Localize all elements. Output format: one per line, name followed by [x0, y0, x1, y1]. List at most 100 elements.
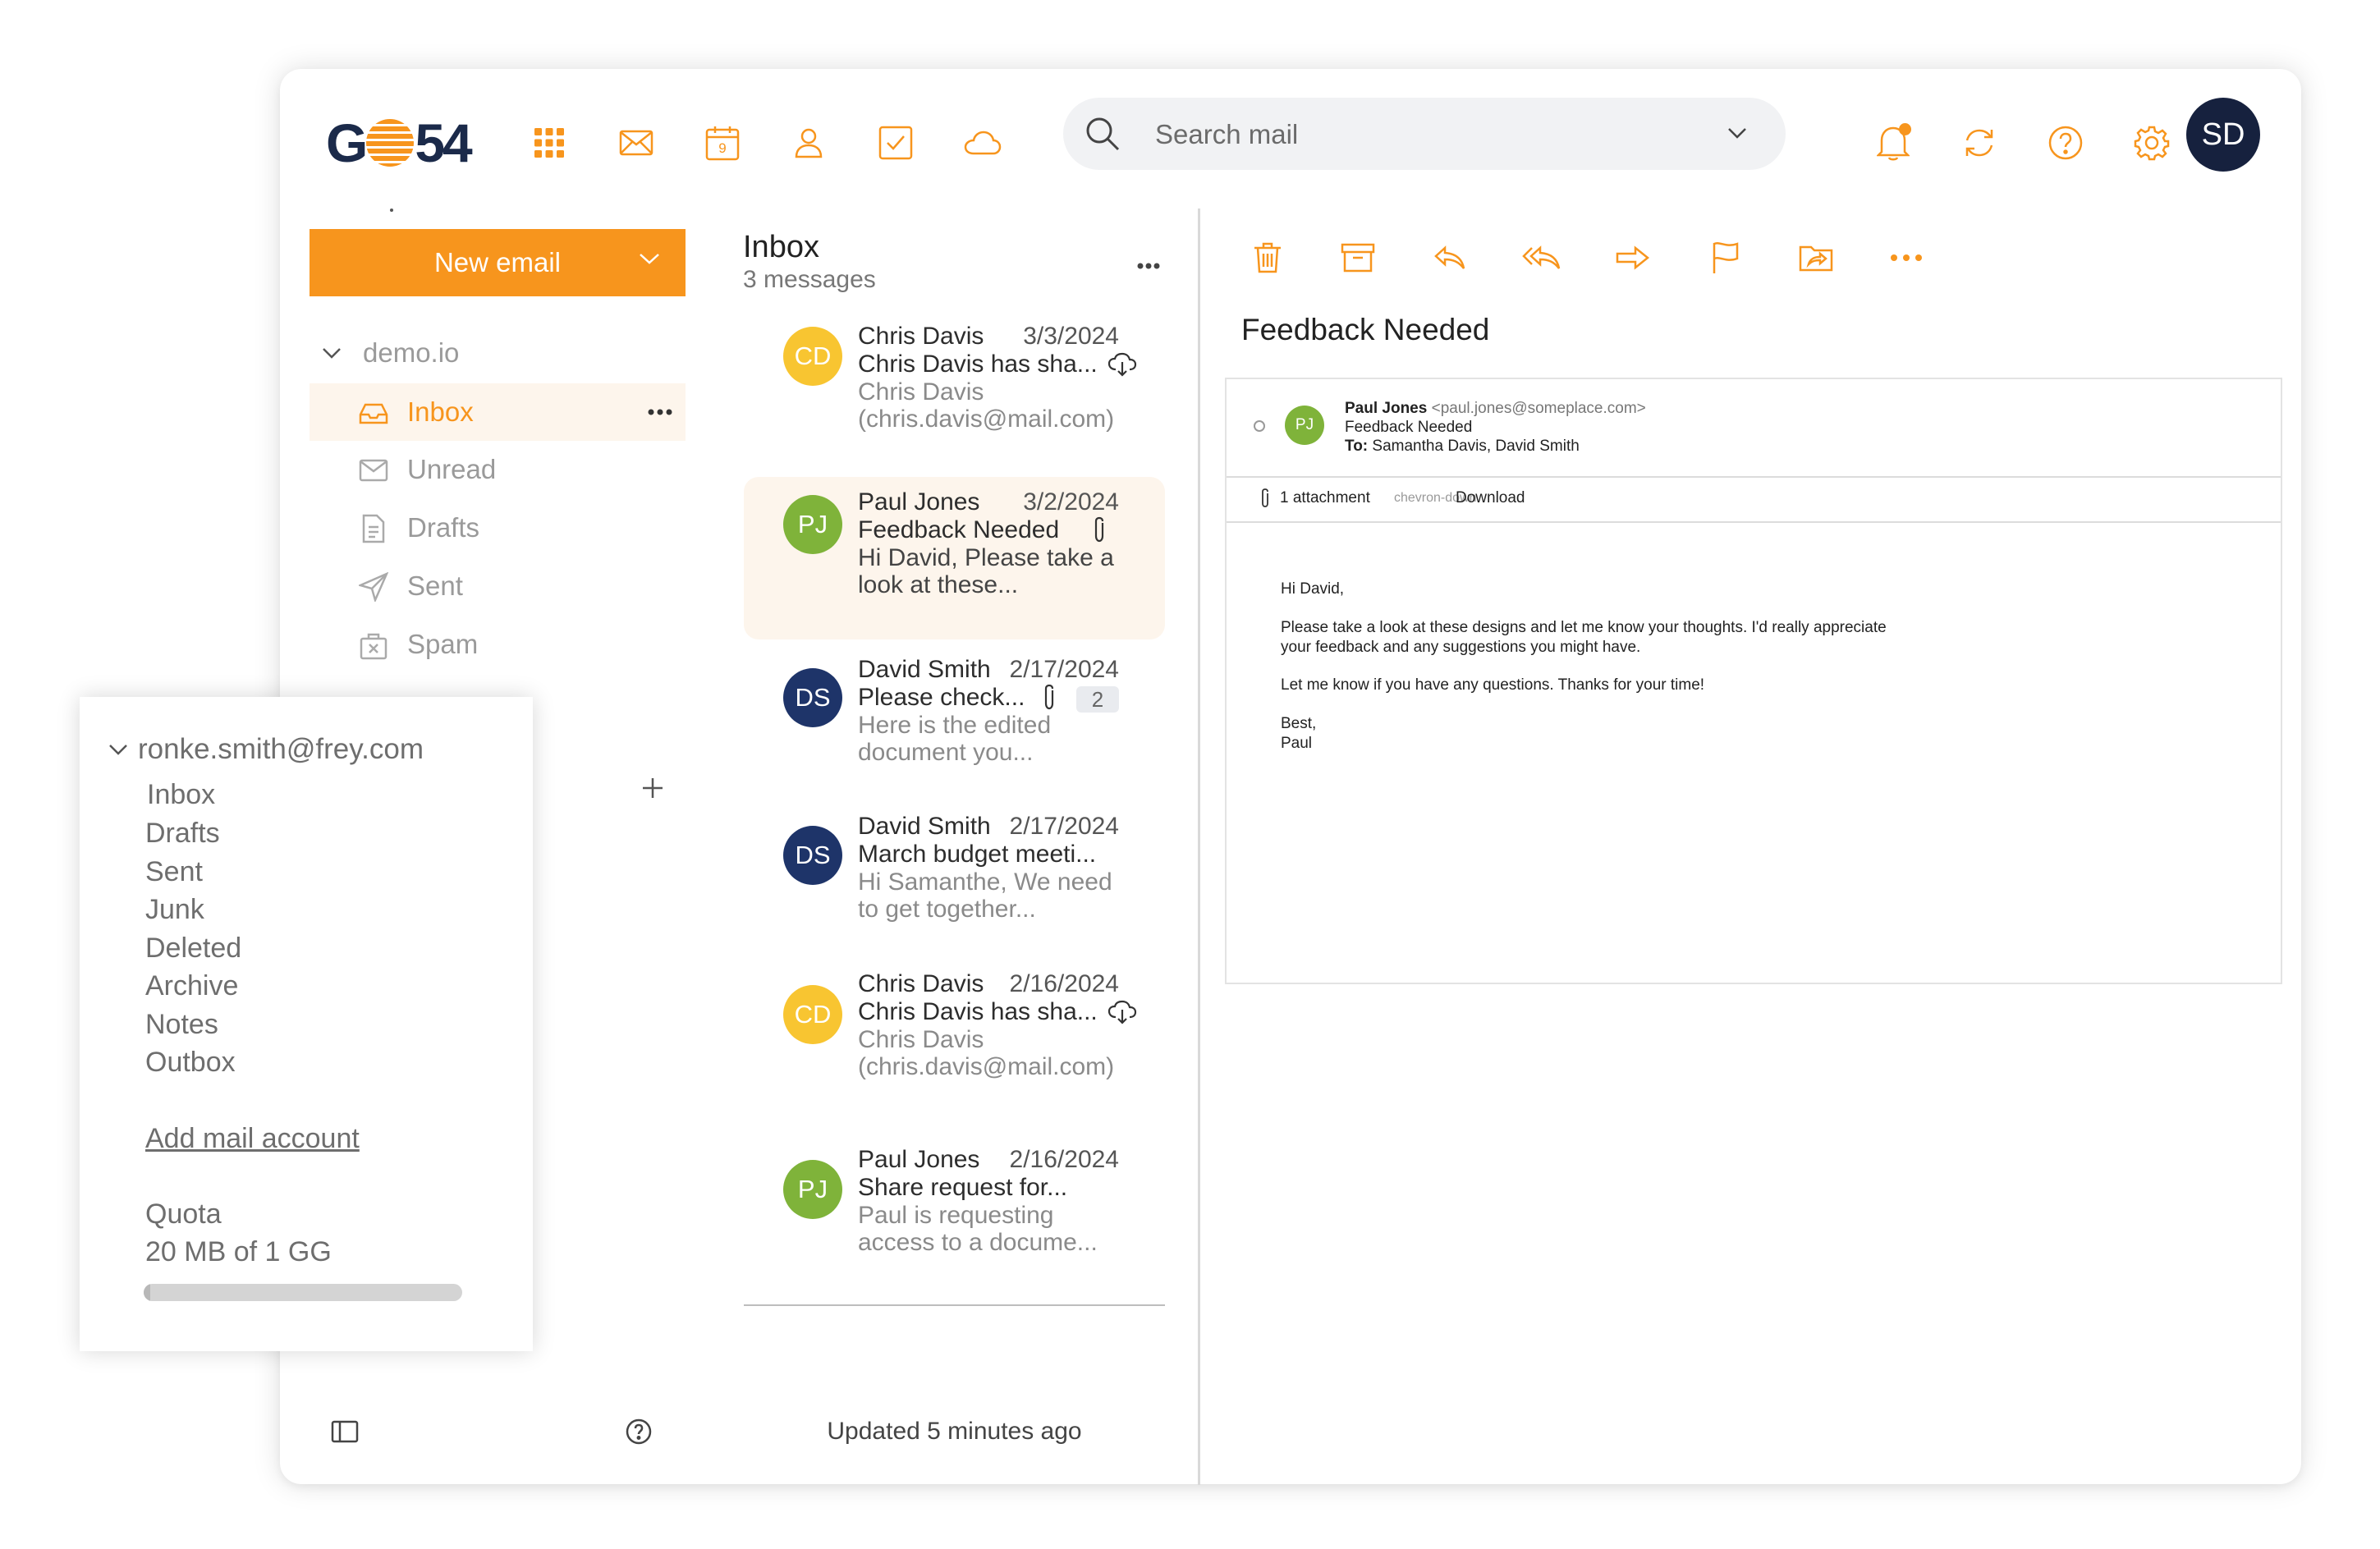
to-label: To:: [1345, 438, 1369, 455]
scroll-dot: [390, 209, 393, 212]
forward-icon[interactable]: [1610, 235, 1656, 281]
new-email-button[interactable]: New email: [310, 229, 686, 296]
more-icon[interactable]: [1137, 263, 1160, 269]
delete-icon[interactable]: [1245, 235, 1291, 281]
message-subject: Chris Davis has sha...: [858, 998, 1098, 1025]
more-icon[interactable]: [1883, 235, 1929, 281]
quota-bar: [144, 1284, 462, 1301]
list-updated-status: Updated 5 minutes ago: [827, 1418, 1082, 1445]
archive-icon[interactable]: [1335, 235, 1381, 281]
chevron-down-icon[interactable]: [638, 251, 661, 266]
reply-icon[interactable]: [1427, 235, 1473, 281]
message-subject: Please check...: [858, 684, 1025, 711]
notification-dot: [1899, 123, 1911, 135]
user-avatar[interactable]: SD: [2186, 98, 2260, 172]
attachment-count: 1 attachment: [1280, 489, 1370, 506]
sender-email: <paul.jones@someplace.com>: [1431, 400, 1646, 417]
folder-spam[interactable]: Spam: [310, 616, 686, 673]
help-icon[interactable]: [2041, 118, 2090, 167]
popup-folder-sent[interactable]: Sent: [145, 856, 203, 888]
avatar: DS: [783, 668, 842, 727]
paperclip-icon: [1094, 516, 1104, 543]
logo-sun-icon: [366, 119, 415, 167]
help-icon[interactable]: [625, 1418, 653, 1446]
message-preview: Hi David, Please take a look at these...: [858, 544, 1114, 598]
chevron-down-icon[interactable]: [1727, 126, 1748, 140]
search-icon[interactable]: [1085, 116, 1121, 152]
download-link[interactable]: Download: [1456, 489, 1525, 507]
message-sender: Chris Davis: [858, 970, 984, 997]
list-end-divider: [744, 1304, 1165, 1306]
message-subject: March budget meeti...: [858, 841, 1097, 868]
popup-folder-notes[interactable]: Notes: [145, 1009, 218, 1041]
account-toggle[interactable]: demo.io: [321, 337, 459, 369]
folder-label: Unread: [407, 454, 497, 484]
message-date: 3/2/2024: [1023, 488, 1119, 516]
message-preview: Here is the edited document you...: [858, 712, 1052, 766]
sender-name[interactable]: Paul Jones: [1345, 400, 1427, 417]
mail-icon[interactable]: [612, 118, 661, 167]
folder-label: Spam: [407, 629, 479, 659]
recipients: Samantha Davis, David Smith: [1372, 438, 1580, 455]
message-item[interactable]: DS David Smith 2/17/2024 March budget me…: [744, 809, 1165, 957]
folder-inbox[interactable]: Inbox: [310, 383, 686, 441]
email-body-paragraph: Please take a look at these designs and …: [1281, 619, 1887, 656]
email-body-signature: Paul: [1281, 735, 1313, 752]
folder-drafts[interactable]: Drafts: [310, 499, 686, 557]
email-subject: Feedback Needed: [1345, 419, 1473, 436]
new-email-label: New email: [433, 247, 562, 277]
account-toggle[interactable]: ronke.smith@frey.com: [108, 733, 424, 766]
email-view: PJ Paul Jones <paul.jones@someplace.com>…: [1225, 378, 2282, 984]
quota-bar-fill: [144, 1284, 150, 1301]
avatar: PJ: [783, 1160, 842, 1219]
folder-sent[interactable]: Sent: [310, 557, 686, 615]
settings-gear-icon[interactable]: [2127, 118, 2176, 167]
popup-folder-archive[interactable]: Archive: [145, 970, 238, 1002]
notifications-icon[interactable]: [1869, 118, 1918, 167]
message-item[interactable]: CD Chris Davis 2/16/2024 Chris Davis has…: [744, 967, 1165, 1115]
message-item[interactable]: PJ Paul Jones 2/16/2024 Share request fo…: [744, 1143, 1165, 1290]
cloud-icon[interactable]: [958, 118, 1007, 167]
message-sender: David Smith: [858, 656, 991, 683]
chevron-down-icon: [109, 745, 127, 755]
folder-unread[interactable]: Unread: [310, 441, 686, 498]
popup-folder-outbox[interactable]: Outbox: [145, 1047, 236, 1079]
popup-folder-drafts[interactable]: Drafts: [145, 818, 220, 850]
avatar: PJ: [783, 495, 842, 554]
inbox-icon: [359, 403, 388, 424]
more-icon[interactable]: [648, 409, 672, 415]
reply-all-icon[interactable]: [1519, 235, 1565, 281]
popup-folder-inbox[interactable]: Inbox: [147, 779, 215, 811]
apps-grid-icon[interactable]: [525, 118, 574, 167]
popup-folder-deleted[interactable]: Deleted: [145, 933, 241, 965]
add-account-plus-icon[interactable]: [641, 777, 664, 800]
header-divider: [1227, 476, 2281, 478]
select-radio[interactable]: [1254, 420, 1265, 432]
message-item-selected[interactable]: PJ Paul Jones 3/2/2024 Feedback Needed H…: [744, 477, 1165, 639]
cloud-download-icon: [1107, 352, 1137, 377]
add-mail-account-link[interactable]: Add mail account: [145, 1123, 360, 1155]
message-date: 2/17/2024: [1009, 813, 1119, 840]
account-name: demo.io: [363, 337, 460, 368]
mail-window: G 54 9 Search mail SD New email demo.io …: [280, 69, 2301, 1485]
move-folder-icon[interactable]: [1793, 235, 1839, 281]
envelope-icon: [359, 459, 388, 482]
toggle-sidebar-icon[interactable]: [331, 1420, 359, 1443]
app-logo[interactable]: G 54: [326, 110, 473, 176]
search-bar[interactable]: [1063, 98, 1786, 172]
contacts-icon[interactable]: [784, 118, 833, 167]
folder-label: Inbox: [407, 396, 474, 427]
search-input[interactable]: [1153, 98, 1682, 172]
flag-icon[interactable]: [1703, 235, 1749, 281]
message-date: 2/16/2024: [1009, 1146, 1119, 1173]
calendar-icon[interactable]: 9: [698, 118, 747, 167]
message-item[interactable]: CD Chris Davis 3/3/2024 Chris Davis has …: [744, 315, 1165, 455]
message-item[interactable]: DS David Smith 2/17/2024 Please check...…: [744, 652, 1165, 800]
message-preview: Hi Samanthe, We need to get together...: [858, 868, 1112, 923]
document-icon: [362, 514, 385, 543]
tasks-icon[interactable]: [871, 118, 920, 167]
popup-folder-junk[interactable]: Junk: [145, 894, 204, 926]
message-preview: Paul is requesting access to a docume...: [858, 1202, 1098, 1256]
sync-icon[interactable]: [1955, 118, 2004, 167]
calendar-day: 9: [718, 140, 727, 156]
